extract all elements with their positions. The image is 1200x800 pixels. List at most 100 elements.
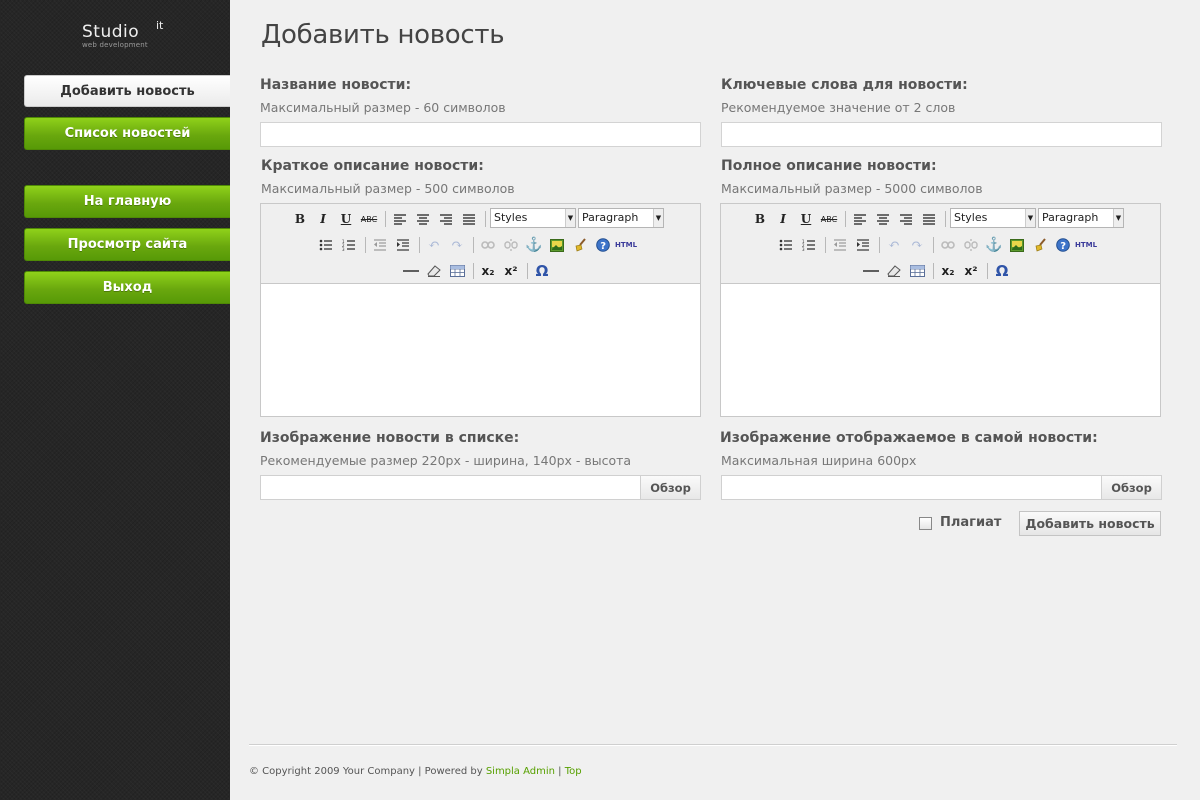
plagiat-checkbox[interactable] <box>919 517 932 530</box>
indent-icon[interactable] <box>853 235 873 255</box>
nav-add-news[interactable]: Добавить новость <box>24 75 230 107</box>
help-icon[interactable]: ? <box>593 235 613 255</box>
cleanup-icon[interactable] <box>1030 235 1050 255</box>
bold-button[interactable]: B <box>750 209 770 229</box>
italic-button[interactable]: I <box>773 209 793 229</box>
undo-icon[interactable]: ↶ <box>884 235 904 255</box>
toolbar-separator <box>485 211 486 227</box>
align-justify-icon[interactable] <box>459 209 479 229</box>
help-icon[interactable]: ? <box>1053 235 1073 255</box>
image-full-file-input[interactable]: Обзор <box>721 475 1162 500</box>
numbered-list-icon[interactable]: 123 <box>339 235 359 255</box>
image-list-browse-button[interactable]: Обзор <box>640 476 700 499</box>
svg-text:?: ? <box>1060 241 1066 252</box>
align-right-icon[interactable] <box>436 209 456 229</box>
title-input[interactable] <box>260 122 701 147</box>
nav-logout[interactable]: Выход <box>24 271 230 304</box>
indent-icon[interactable] <box>393 235 413 255</box>
align-center-icon[interactable] <box>413 209 433 229</box>
subscript-button[interactable]: x₂ <box>478 261 498 281</box>
undo-icon[interactable]: ↶ <box>424 235 444 255</box>
chevron-down-icon: ▼ <box>1025 209 1035 227</box>
format-select[interactable]: Paragraph ▼ <box>578 208 664 228</box>
add-news-submit-button[interactable]: Добавить новость <box>1019 511 1161 536</box>
keywords-input[interactable] <box>721 122 1162 147</box>
outdent-icon[interactable] <box>830 235 850 255</box>
image-full-browse-button[interactable]: Обзор <box>1101 476 1161 499</box>
editor-toolbar: B I U ABC Styles ▼ Paragraph ▼ 123 ↶ ↷ ⚓ <box>721 204 1160 284</box>
short-desc-editor: B I U ABC Styles ▼ Paragraph ▼ 123 ↶ ↷ ⚓ <box>260 203 701 417</box>
footer-separator: | <box>554 766 565 777</box>
nav-news-list[interactable]: Список новостей <box>24 117 230 150</box>
image-icon[interactable] <box>547 235 567 255</box>
align-center-icon[interactable] <box>873 209 893 229</box>
italic-button[interactable]: I <box>313 209 333 229</box>
align-right-icon[interactable] <box>896 209 916 229</box>
nav-view-site[interactable]: Просмотр сайта <box>24 228 230 261</box>
numbered-list-icon[interactable]: 123 <box>799 235 819 255</box>
main-content: Добавить новость Название новости: Макси… <box>230 0 1200 800</box>
strikethrough-button[interactable]: ABC <box>359 209 379 229</box>
toolbar-separator <box>419 237 420 253</box>
eraser-icon[interactable] <box>884 261 904 281</box>
subscript-button[interactable]: x₂ <box>938 261 958 281</box>
short-desc-hint: Максимальный размер - 500 символов <box>261 181 515 196</box>
image-icon[interactable] <box>1007 235 1027 255</box>
bold-button[interactable]: B <box>290 209 310 229</box>
cleanup-icon[interactable] <box>570 235 590 255</box>
table-icon[interactable] <box>447 261 467 281</box>
anchor-icon[interactable]: ⚓ <box>524 235 544 255</box>
eraser-icon[interactable] <box>424 261 444 281</box>
full-desc-hint: Максимальный размер - 5000 символов <box>721 181 983 196</box>
plagiat-label: Плагиат <box>940 515 1002 530</box>
link-icon[interactable] <box>478 235 498 255</box>
special-char-button[interactable]: Ω <box>992 261 1012 281</box>
unlink-icon[interactable] <box>961 235 981 255</box>
styles-select[interactable]: Styles ▼ <box>490 208 576 228</box>
underline-button[interactable]: U <box>336 209 356 229</box>
unlink-icon[interactable] <box>501 235 521 255</box>
anchor-icon[interactable]: ⚓ <box>984 235 1004 255</box>
format-select-value: Paragraph <box>1042 211 1099 224</box>
horizontal-rule-icon[interactable] <box>401 261 421 281</box>
image-list-label: Изображение новости в списке: <box>260 430 520 446</box>
toolbar-separator <box>879 237 880 253</box>
footer-top-link[interactable]: Top <box>565 766 582 777</box>
footer-powered-link[interactable]: Simpla Admin <box>486 766 555 777</box>
align-left-icon[interactable] <box>390 209 410 229</box>
underline-button[interactable]: U <box>796 209 816 229</box>
bullet-list-icon[interactable] <box>316 235 336 255</box>
html-source-button[interactable]: HTML <box>1075 235 1097 255</box>
keywords-hint: Рекомендуемое значение от 2 слов <box>721 100 956 115</box>
footer-copyright: © Copyright 2009 Your Company | Powered … <box>249 766 486 777</box>
keywords-label: Ключевые слова для новости: <box>721 77 968 93</box>
strikethrough-button[interactable]: ABC <box>819 209 839 229</box>
styles-select-value: Styles <box>954 211 988 224</box>
format-select[interactable]: Paragraph ▼ <box>1038 208 1124 228</box>
outdent-icon[interactable] <box>370 235 390 255</box>
table-icon[interactable] <box>907 261 927 281</box>
align-justify-icon[interactable] <box>919 209 939 229</box>
chevron-down-icon: ▼ <box>1113 209 1123 227</box>
nav-home[interactable]: На главную <box>24 185 230 218</box>
html-source-button[interactable]: HTML <box>615 235 637 255</box>
horizontal-rule-icon[interactable] <box>861 261 881 281</box>
image-list-file-input[interactable]: Обзор <box>260 475 701 500</box>
full-desc-edit-area[interactable] <box>721 284 1160 416</box>
svg-text:3: 3 <box>802 247 805 251</box>
image-full-hint: Максимальная ширина 600px <box>721 453 917 468</box>
special-char-button[interactable]: Ω <box>532 261 552 281</box>
redo-icon[interactable]: ↷ <box>447 235 467 255</box>
short-desc-edit-area[interactable] <box>261 284 700 416</box>
superscript-button[interactable]: x² <box>501 261 521 281</box>
logo: Studio it web development <box>82 19 163 49</box>
align-left-icon[interactable] <box>850 209 870 229</box>
toolbar-separator <box>825 237 826 253</box>
redo-icon[interactable]: ↷ <box>907 235 927 255</box>
bullet-list-icon[interactable] <box>776 235 796 255</box>
logo-superscript: it <box>156 19 164 32</box>
link-icon[interactable] <box>938 235 958 255</box>
styles-select[interactable]: Styles ▼ <box>950 208 1036 228</box>
svg-text:?: ? <box>600 241 606 252</box>
superscript-button[interactable]: x² <box>961 261 981 281</box>
